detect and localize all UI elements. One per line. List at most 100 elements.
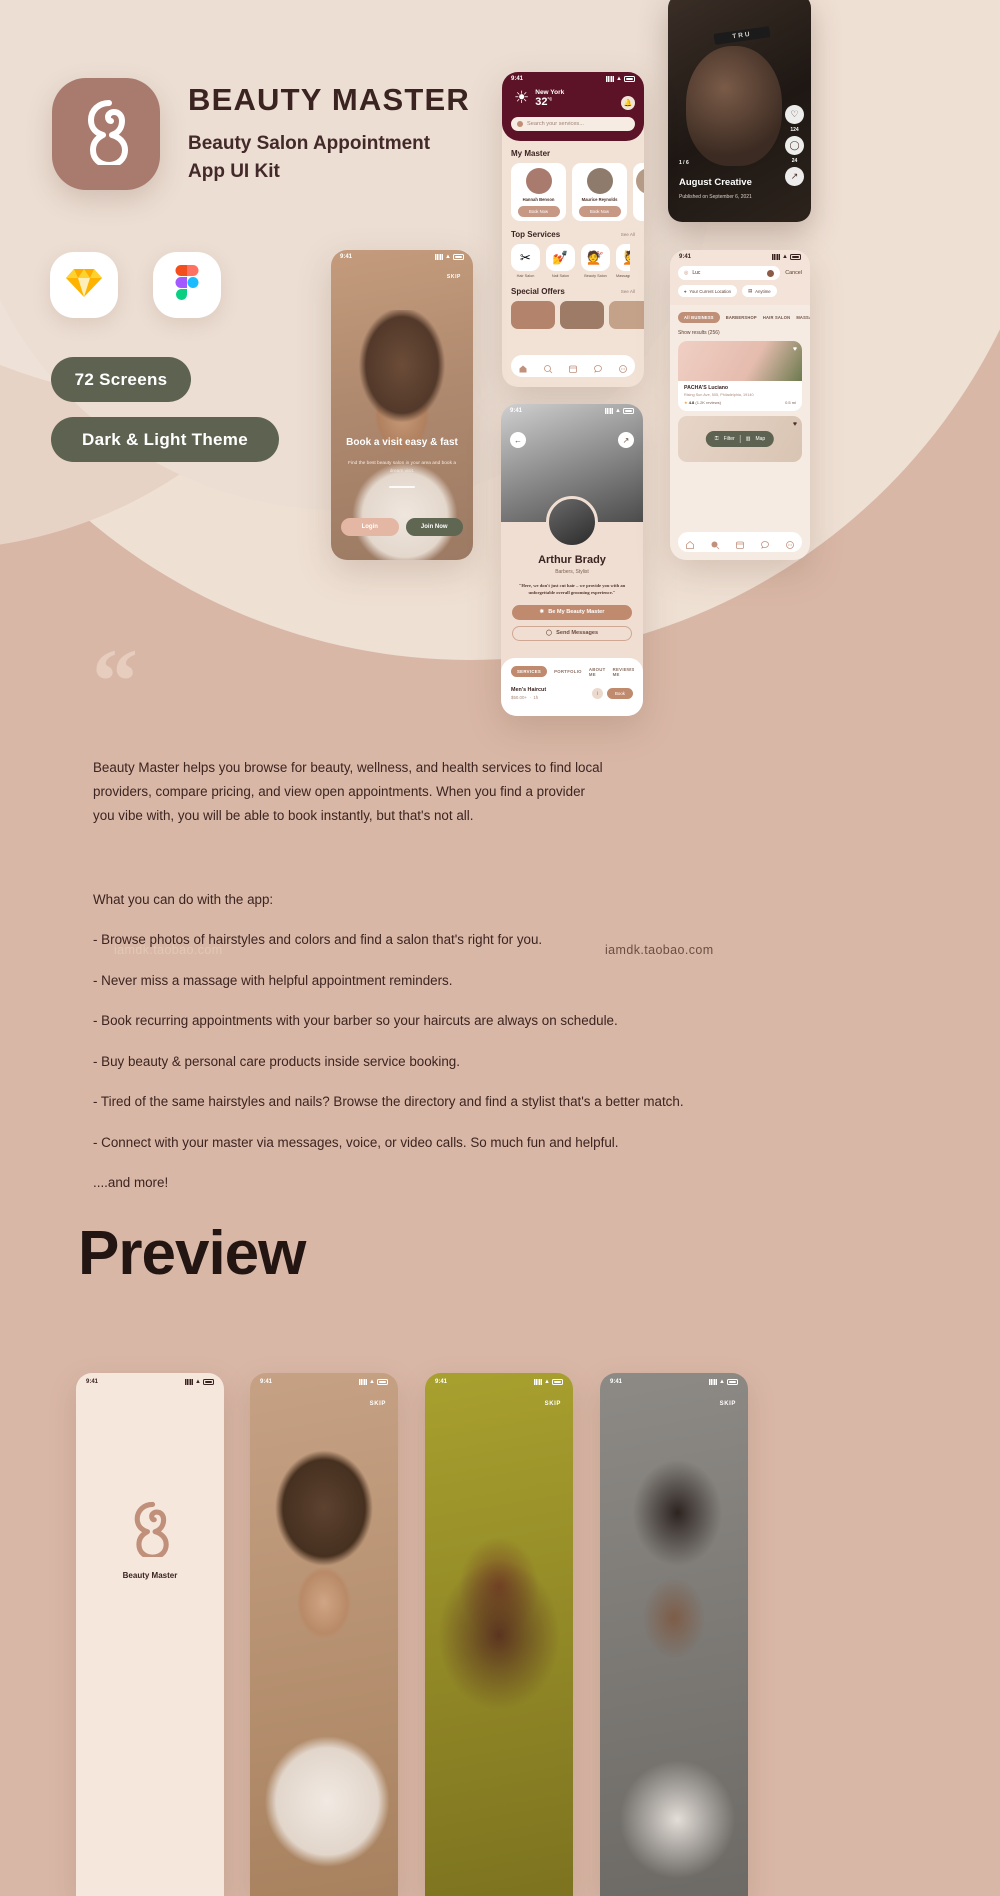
book-now-button[interactable]: Book Now [517, 206, 560, 217]
calendar-icon[interactable] [568, 361, 578, 373]
profile-role: Barbers, Stylist [555, 569, 589, 575]
tab-services[interactable]: SERVICES [511, 666, 548, 677]
category-hair-salon[interactable]: HAIR SALON [763, 315, 790, 320]
chat-icon[interactable] [593, 361, 603, 373]
service-label: Nail Salon [551, 274, 570, 278]
status-icons: ▲ [185, 1379, 214, 1385]
time-chip[interactable]: ▤ Anytime [742, 285, 777, 297]
more-icon[interactable] [618, 361, 628, 373]
be-my-beauty-master-button[interactable]: ✵ Be My Beauty Master [512, 604, 632, 620]
heart-icon[interactable]: ♥ [793, 346, 797, 353]
service-price-duration: $50.00+ · 1h [511, 695, 539, 700]
offer-card[interactable] [609, 301, 644, 329]
category-tabs: All BUSINESS BARBERSHOP HAIR SALON MASSA… [670, 305, 810, 323]
model-photo [250, 1423, 398, 1896]
home-icon[interactable] [685, 537, 695, 549]
see-all-link[interactable]: See All [621, 232, 635, 237]
battery-icon [203, 1379, 214, 1385]
preview-phone-splash[interactable]: 9:41 ▲ Beauty Master [76, 1373, 224, 1896]
skip-button[interactable]: SKIP [720, 1401, 736, 1407]
list-item: - Tired of the same hairstyles and nails… [93, 1094, 684, 1110]
skip-button[interactable]: SKIP [370, 1401, 386, 1407]
my-master-title: My Master [511, 149, 551, 158]
service-card[interactable]: 💇 Beauty Salon [581, 244, 610, 278]
signal-icon [359, 1379, 368, 1385]
model-photo [600, 1417, 748, 1896]
tab-portfolio[interactable]: PORTFOLIO [554, 669, 582, 674]
share-icon[interactable]: ↗ [785, 167, 804, 186]
skip-button[interactable]: SKIP [545, 1401, 561, 1407]
sun-icon: ☀ [514, 88, 530, 107]
onboarding-title: Book a visit easy & fast [346, 437, 458, 448]
preview-phone-onboarding-3[interactable]: 9:41 ▲ SKIP [600, 1373, 748, 1896]
calendar-icon[interactable] [735, 537, 745, 549]
arrow-left-icon[interactable]: ← [510, 432, 526, 448]
filter-icon: ⚿ [714, 436, 719, 442]
service-card[interactable]: 💅 Nail Salon [546, 244, 575, 278]
bottom-tab-bar[interactable] [678, 532, 802, 552]
service-card[interactable]: 💆 Massage [616, 244, 630, 278]
figma-tool-tile[interactable] [153, 252, 221, 318]
status-time: 9:41 [610, 1379, 623, 1385]
map-label[interactable]: Map [755, 436, 765, 442]
master-card[interactable] [633, 163, 644, 221]
heart-icon[interactable]: ♡ [785, 105, 804, 124]
offer-card[interactable] [560, 301, 604, 329]
location-chip[interactable]: ⌖ Your Current Location [678, 285, 738, 297]
category-massage[interactable]: MASSAGE [796, 315, 810, 320]
sketch-icon [66, 267, 102, 304]
preview-phone-onboarding-2[interactable]: 9:41 ▲ SKIP [425, 1373, 573, 1896]
clear-icon[interactable] [767, 269, 775, 277]
book-now-button[interactable]: Book Now [578, 206, 621, 217]
master-card[interactable]: Maurice Reynolds Book Now [572, 163, 627, 221]
see-all-link[interactable]: See All [621, 289, 635, 294]
august-creative-card[interactable]: TRU ♡ 124 ◯ 24 ↗ 1 / 6 August Creative P… [668, 0, 811, 222]
home-icon[interactable] [518, 361, 528, 373]
master-card[interactable]: Hannah Benson Book Now [511, 163, 566, 221]
chat-icon[interactable] [760, 537, 770, 549]
filter-label[interactable]: Filter [724, 436, 735, 442]
beauty-master-logo-icon [79, 99, 133, 170]
service-card[interactable]: ✂ Hair Salon [511, 244, 540, 278]
category-all-business[interactable]: All BUSINESS [678, 312, 720, 323]
info-icon[interactable]: i [592, 688, 603, 699]
tab-about-me[interactable]: ABOUT ME [589, 667, 606, 677]
onboarding-buttons: Login Join Now [341, 518, 463, 536]
result-card[interactable]: ♥ PACHA'S Luciano Rising Sun Ave, 505, P… [678, 341, 802, 411]
tab-reviews-me[interactable]: REVIEWS ME [613, 667, 635, 677]
divider [739, 435, 741, 443]
share-icon[interactable]: ↗ [618, 432, 634, 448]
phone-profile-screen[interactable]: 9:41 ▲ ← ↗ Arthur Brady Barbers, Stylist… [501, 404, 643, 716]
cancel-button[interactable]: Cancel [785, 270, 802, 276]
sketch-tool-tile[interactable] [50, 252, 118, 318]
skip-button[interactable]: SKIP [447, 274, 461, 280]
search-icon[interactable] [543, 361, 553, 374]
tru-comb-overlay: TRU [713, 26, 771, 45]
search-input[interactable]: ◎ Luc [678, 266, 781, 280]
badge-theme-label: Dark & Light Theme [82, 429, 248, 449]
comment-icon[interactable]: ◯ [785, 136, 804, 155]
badge-screens: 72 Screens [51, 357, 191, 402]
description-paragraph: Beauty Master helps you browse for beaut… [93, 756, 608, 845]
bell-icon[interactable]: 🔔 [621, 96, 635, 110]
phone-onboarding-screen[interactable]: 9:41 ▲ SKIP Book a visit easy & fast Fin… [331, 250, 473, 560]
heart-icon[interactable]: ♥ [793, 421, 797, 428]
bottom-tab-bar[interactable] [511, 355, 635, 377]
login-button[interactable]: Login [341, 518, 399, 536]
battery-icon [790, 254, 801, 260]
category-barbershop[interactable]: BARBERSHOP [726, 315, 757, 320]
phone-home-screen[interactable]: 9:41 ▲ ☀ New York 32ºc 🔔 Search your ser… [502, 72, 644, 387]
send-messages-button[interactable]: ◯ Send Messages [512, 625, 632, 641]
watermark: iamdk.taobao.com [605, 943, 714, 957]
filter-map-toggle[interactable]: ⚿ Filter ▥ Map [705, 431, 775, 447]
search-icon[interactable] [710, 537, 720, 550]
more-icon[interactable] [785, 537, 795, 549]
preview-phone-onboarding-1[interactable]: 9:41 ▲ SKIP [250, 1373, 398, 1896]
phone-search-screen[interactable]: 9:41 ▲ ◎ Luc Cancel ⌖ Your Current Locat… [670, 250, 810, 560]
offer-card[interactable] [511, 301, 555, 329]
book-button[interactable]: Book [607, 688, 633, 699]
join-now-button[interactable]: Join Now [405, 518, 463, 536]
service-row: Men's Haircut $50.00+ · 1h i Book [511, 687, 633, 700]
result-card-secondary[interactable]: ♥ ⚿ Filter ▥ Map [678, 416, 802, 462]
search-input[interactable]: Search your services... [511, 117, 635, 131]
